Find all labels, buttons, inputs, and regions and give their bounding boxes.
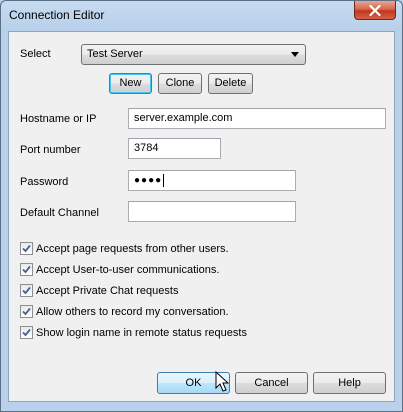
- window-title: Connection Editor: [9, 8, 105, 22]
- option-private-chat[interactable]: Accept Private Chat requests: [20, 284, 178, 297]
- help-button[interactable]: Help: [313, 372, 386, 394]
- checkmark-icon: [22, 286, 31, 295]
- option-allow-record[interactable]: Allow others to record my conversation.: [20, 305, 229, 318]
- password-label: Password: [20, 176, 69, 188]
- dialog-window: Connection Editor Select Test Server New…: [0, 0, 403, 412]
- option-label: Accept User-to-user communications.: [36, 263, 220, 276]
- channel-input[interactable]: [128, 201, 296, 222]
- hostname-input[interactable]: server.example.com: [128, 108, 386, 129]
- hostname-label: Hostname or IP: [20, 113, 97, 125]
- server-select[interactable]: Test Server: [81, 44, 306, 65]
- server-select-value: Test Server: [87, 48, 143, 60]
- text-caret: [163, 173, 165, 187]
- checkbox[interactable]: [20, 326, 33, 339]
- new-button[interactable]: New: [109, 73, 152, 94]
- option-label: Allow others to record my conversation.: [36, 305, 229, 318]
- checkbox[interactable]: [20, 305, 33, 318]
- option-page-requests[interactable]: Accept page requests from other users.: [20, 242, 229, 255]
- chevron-down-icon: [291, 52, 299, 57]
- channel-label: Default Channel: [20, 207, 99, 219]
- checkbox[interactable]: [20, 284, 33, 297]
- checkmark-icon: [22, 244, 31, 253]
- delete-button[interactable]: Delete: [208, 73, 253, 94]
- option-user-to-user[interactable]: Accept User-to-user communications.: [20, 263, 219, 276]
- checkmark-icon: [22, 328, 31, 337]
- checkmark-icon: [22, 265, 31, 274]
- clone-button[interactable]: Clone: [158, 73, 202, 94]
- select-label: Select: [20, 48, 51, 60]
- option-label: Show login name in remote status request…: [36, 326, 247, 339]
- port-label: Port number: [20, 144, 81, 156]
- port-input[interactable]: 3784: [128, 138, 221, 159]
- option-label: Accept page requests from other users.: [36, 242, 229, 255]
- dialog-client-area: Select Test Server New Clone Delete Host…: [8, 31, 395, 402]
- checkmark-icon: [22, 307, 31, 316]
- mouse-pointer-icon: [215, 371, 230, 392]
- option-show-login[interactable]: Show login name in remote status request…: [20, 326, 247, 339]
- checkbox[interactable]: [20, 263, 33, 276]
- password-input[interactable]: ●●●●: [128, 170, 296, 191]
- close-icon: [369, 4, 381, 16]
- checkbox[interactable]: [20, 242, 33, 255]
- option-label: Accept Private Chat requests: [36, 284, 179, 297]
- password-mask: ●●●●: [134, 175, 163, 186]
- cancel-button[interactable]: Cancel: [235, 372, 308, 394]
- close-button[interactable]: [354, 1, 396, 20]
